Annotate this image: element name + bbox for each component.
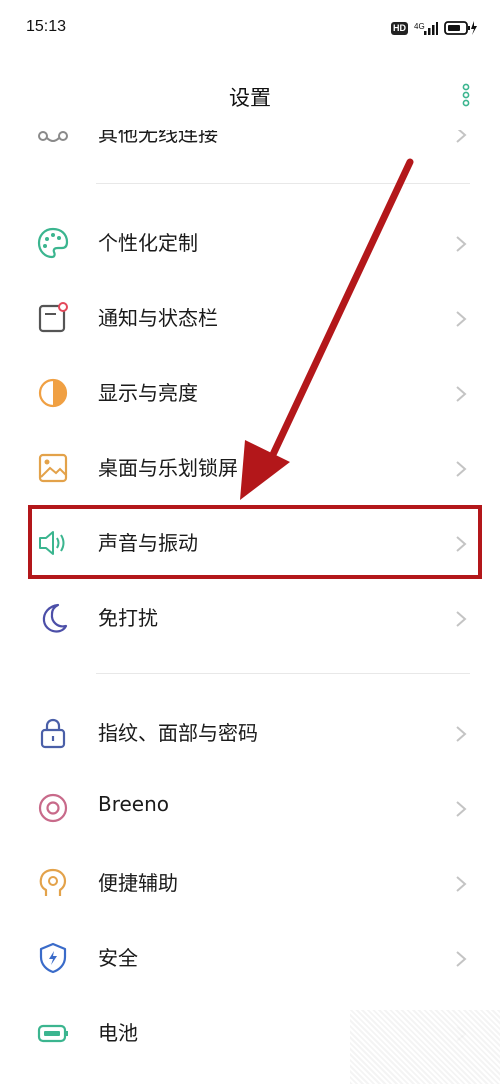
chevron-right-icon [456, 611, 467, 627]
divider [96, 183, 470, 184]
chevron-right-icon [456, 951, 467, 967]
settings-item-accessibility[interactable]: 便捷辅助 [0, 845, 500, 919]
settings-item-dnd[interactable]: 免打扰 [0, 580, 500, 654]
page-title: 设置 [229, 86, 271, 110]
settings-item-label: 指纹、面部与密码 [98, 721, 258, 745]
chevron-right-icon [456, 726, 467, 742]
status-time: 15:13 [26, 18, 67, 35]
battery-icon [37, 1024, 68, 1043]
moon-icon [42, 603, 68, 633]
settings-item-label: Breeno [98, 792, 170, 816]
settings-item-display[interactable]: 显示与亮度 [0, 355, 500, 429]
settings-item-personalization[interactable]: 个性化定制 [0, 205, 500, 279]
lock-icon [40, 718, 66, 749]
palette-icon [37, 227, 69, 259]
settings-item-wallpaper[interactable]: 桌面与乐划锁屏 [0, 430, 500, 504]
hd-badge: HD [391, 21, 408, 35]
notification-icon [38, 302, 68, 333]
more-options-icon[interactable] [462, 83, 470, 107]
settings-item-security-password[interactable]: 指纹、面部与密码 [0, 695, 500, 769]
highlight-box [28, 505, 482, 579]
chevron-right-icon [456, 311, 467, 327]
settings-item-label: 免打扰 [98, 606, 158, 630]
chevron-right-icon [456, 876, 467, 892]
chevron-right-icon [456, 386, 467, 402]
settings-item-label: 安全 [98, 946, 138, 970]
chevron-right-icon [456, 461, 467, 477]
breeno-icon [38, 793, 68, 823]
shield-icon [39, 942, 67, 974]
settings-item-security[interactable]: 安全 [0, 920, 500, 994]
settings-item-label: 电池 [98, 1021, 138, 1045]
wallpaper-icon [38, 453, 68, 483]
network-type: 4G [414, 22, 425, 31]
brightness-icon [38, 378, 68, 408]
settings-item-breeno[interactable]: Breeno [0, 770, 500, 844]
divider [96, 673, 470, 674]
settings-item-label: 桌面与乐划锁屏 [98, 456, 238, 480]
watermark [350, 1010, 500, 1084]
status-bar: 15:13 HD 4G [0, 0, 500, 60]
status-icons: HD 4G [391, 20, 478, 36]
chevron-right-icon [456, 801, 467, 817]
app-header: 设置 [0, 60, 500, 130]
signal-icon: 4G [414, 22, 438, 35]
settings-item-label: 个性化定制 [98, 231, 198, 255]
battery-status-icon [444, 21, 477, 35]
settings-item-label: 显示与亮度 [98, 381, 198, 405]
head-icon [39, 868, 67, 896]
settings-item-label: 通知与状态栏 [98, 306, 218, 330]
chevron-right-icon [456, 236, 467, 252]
settings-item-label: 便捷辅助 [98, 871, 178, 895]
settings-item-notifications[interactable]: 通知与状态栏 [0, 280, 500, 354]
